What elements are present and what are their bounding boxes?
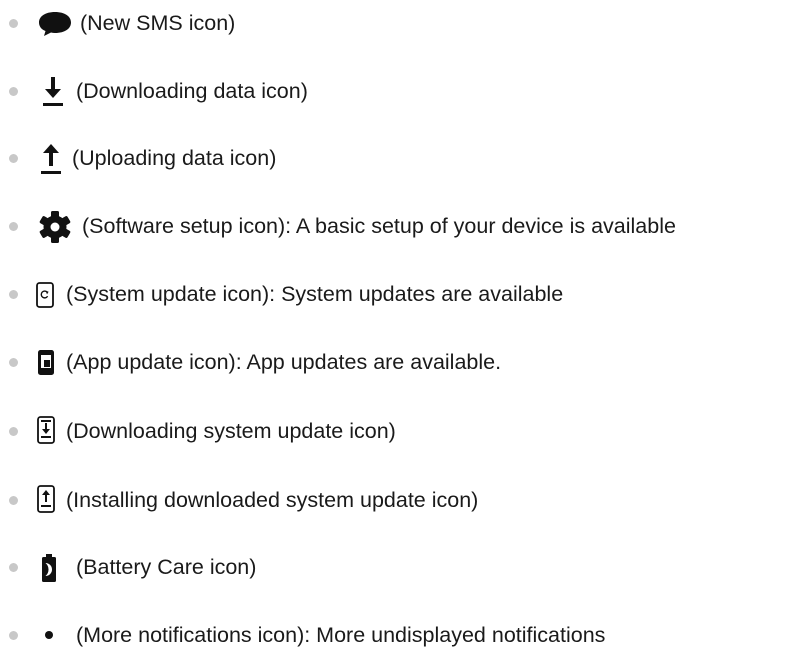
more-notifications-dot-icon [45,631,53,639]
item-text: (System update icon): System updates are… [66,282,564,306]
battery-care-icon [42,554,56,582]
bullet [9,154,18,163]
installing-system-update-icon [37,485,55,513]
bullet [9,19,18,28]
bullet [9,563,18,572]
item-text: (Downloading data icon) [76,79,308,103]
bullet [9,631,18,640]
item-text: (Software setup icon): A basic setup of … [82,214,676,238]
upload-arrow-icon [41,144,61,174]
bullet [9,290,18,299]
bullet [9,87,18,96]
bullet [9,427,18,436]
app-update-icon [38,350,54,375]
bullet [9,358,18,367]
new-sms-icon [39,12,71,36]
system-update-icon [36,282,54,308]
item-text: (Installing downloaded system update ico… [66,488,479,512]
gear-icon [39,211,71,243]
download-arrow-icon [43,77,63,106]
bullet [9,222,18,231]
bullet [9,496,18,505]
item-text: (Uploading data icon) [72,146,277,170]
item-text: (More notifications icon): More undispla… [76,623,606,647]
downloading-system-update-icon [37,416,55,444]
item-text: (App update icon): App updates are avail… [66,350,502,374]
item-text: (Downloading system update icon) [66,419,396,443]
item-text: (Battery Care icon) [76,555,257,579]
item-text: (New SMS icon) [80,11,236,35]
